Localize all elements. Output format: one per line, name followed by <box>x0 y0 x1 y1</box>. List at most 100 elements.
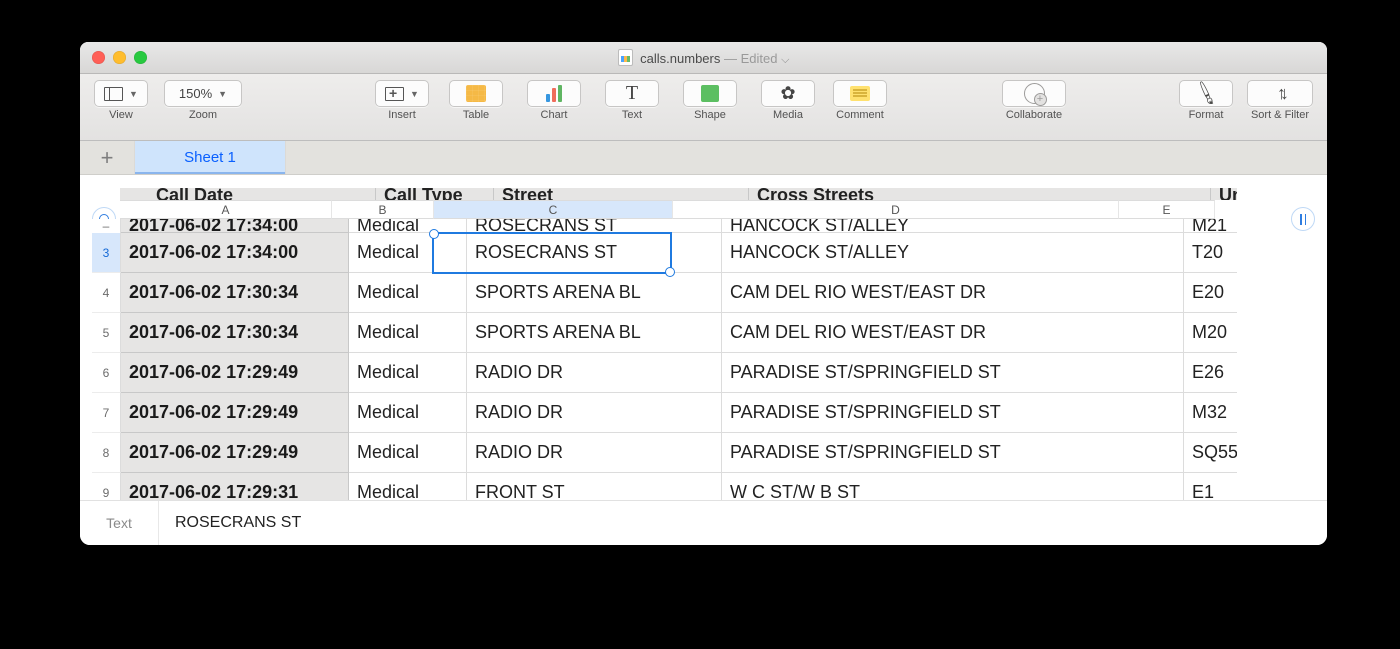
cell[interactable]: Medical <box>349 433 467 473</box>
document-state: Edited <box>741 51 778 66</box>
insert-icon <box>385 87 404 101</box>
row-number[interactable]: 7 <box>92 393 121 433</box>
collaborate-label: Collaborate <box>1006 110 1062 121</box>
cell[interactable]: 2017-06-02 17:29:49 <box>121 353 349 393</box>
row-number[interactable]: 8 <box>92 433 121 473</box>
cell[interactable]: 2017-06-02 17:34:00 <box>121 219 349 233</box>
media-button[interactable]: ✿ <box>761 80 815 107</box>
cell[interactable]: 2017-06-02 17:30:34 <box>121 273 349 313</box>
cell[interactable]: PARADISE ST/SPRINGFIELD ST <box>722 393 1184 433</box>
media-label: Media <box>773 110 803 121</box>
cell[interactable]: M21 <box>1184 219 1237 233</box>
title-dropdown-icon[interactable]: ⌵ <box>781 54 789 66</box>
shape-icon <box>701 85 719 102</box>
cell[interactable]: RADIO DR <box>467 433 722 473</box>
cell[interactable]: Medical <box>349 219 467 233</box>
sheet-tab[interactable]: Sheet 1 <box>135 141 286 174</box>
row-number[interactable]: 4 <box>92 273 121 313</box>
minimize-window-button[interactable] <box>113 51 126 64</box>
cell[interactable]: SPORTS ARENA BL <box>467 273 722 313</box>
cell[interactable]: FRONT ST <box>467 473 722 501</box>
cell[interactable]: E26 <box>1184 353 1237 393</box>
col-header-D[interactable]: D <box>673 200 1119 219</box>
chart-icon <box>546 85 562 102</box>
cell[interactable]: Medical <box>349 273 467 313</box>
cell[interactable]: Medical <box>349 313 467 353</box>
column-letter-header: A B C D E <box>120 200 1237 219</box>
table-button[interactable] <box>449 80 503 107</box>
row-number[interactable]: 6 <box>92 353 121 393</box>
view-label: View <box>109 110 133 121</box>
document-icon <box>618 49 633 66</box>
cell[interactable]: Medical <box>349 473 467 501</box>
cell[interactable]: W C ST/W B ST <box>722 473 1184 501</box>
cell[interactable]: E1 <box>1184 473 1237 501</box>
cell[interactable]: 2017-06-02 17:34:00 <box>121 233 349 273</box>
sort-filter-button[interactable]: ↑↓ <box>1247 80 1313 107</box>
cell[interactable]: CAM DEL RIO WEST/EAST DR <box>722 313 1184 353</box>
chevron-down-icon: ▼ <box>410 89 419 99</box>
comment-button[interactable] <box>833 80 887 107</box>
insert-button[interactable]: ▼ <box>375 80 429 107</box>
window-controls <box>80 51 147 64</box>
cell[interactable]: ROSECRANS ST <box>467 219 722 233</box>
cell[interactable]: Medical <box>349 393 467 433</box>
col-header-E[interactable]: E <box>1119 200 1215 219</box>
cell[interactable]: RADIO DR <box>467 353 722 393</box>
row-number[interactable]: 9 <box>92 473 121 501</box>
cell[interactable]: 2017-06-02 17:30:34 <box>121 313 349 353</box>
cell[interactable]: 2017-06-02 17:29:49 <box>121 393 349 433</box>
text-icon: T <box>626 85 638 102</box>
shape-label: Shape <box>694 110 726 121</box>
cell[interactable]: T20 <box>1184 233 1237 273</box>
text-button[interactable]: T <box>605 80 659 107</box>
cell[interactable]: HANCOCK ST/ALLEY <box>722 219 1184 233</box>
chart-label: Chart <box>541 110 568 121</box>
col-header-A[interactable]: A <box>120 200 332 219</box>
cell[interactable]: SQ55 <box>1184 433 1237 473</box>
zoom-dropdown[interactable]: 150% ▼ <box>164 80 242 107</box>
close-window-button[interactable] <box>92 51 105 64</box>
spreadsheet-grid[interactable]: – 2017-06-02 17:34:00 Medical ROSECRANS … <box>92 219 1237 501</box>
cell[interactable]: Medical <box>349 233 467 273</box>
cell[interactable]: RADIO DR <box>467 393 722 433</box>
toolbar: ▼ View 150% ▼ Zoom ▼ Insert Table <box>80 74 1327 141</box>
format-button[interactable]: 🖌 <box>1179 80 1233 107</box>
cell[interactable]: ROSECRANS ST <box>467 233 722 273</box>
formula-value[interactable]: ROSECRANS ST <box>159 514 301 532</box>
view-button[interactable]: ▼ <box>94 80 148 107</box>
zoom-label: Zoom <box>189 110 217 121</box>
chevron-down-icon: ▼ <box>218 89 227 99</box>
chevron-down-icon: ▼ <box>129 89 138 99</box>
row-number[interactable]: 3 <box>92 233 121 273</box>
col-header-B[interactable]: B <box>332 200 434 219</box>
cell[interactable]: PARADISE ST/SPRINGFIELD ST <box>722 433 1184 473</box>
cell[interactable]: HANCOCK ST/ALLEY <box>722 233 1184 273</box>
cell[interactable]: Medical <box>349 353 467 393</box>
insert-label: Insert <box>388 110 416 121</box>
shape-button[interactable] <box>683 80 737 107</box>
chart-button[interactable] <box>527 80 581 107</box>
cell[interactable]: M32 <box>1184 393 1237 433</box>
window-title: calls.numbers — Edited ⌵ <box>80 49 1327 67</box>
cell[interactable]: PARADISE ST/SPRINGFIELD ST <box>722 353 1184 393</box>
row-number[interactable]: 5 <box>92 313 121 353</box>
cell[interactable]: 2017-06-02 17:29:31 <box>121 473 349 501</box>
table-icon <box>466 85 486 102</box>
origin-row-handle[interactable] <box>1291 207 1315 231</box>
cell[interactable]: M20 <box>1184 313 1237 353</box>
cell[interactable]: CAM DEL RIO WEST/EAST DR <box>722 273 1184 313</box>
cell[interactable]: E20 <box>1184 273 1237 313</box>
cell[interactable]: SPORTS ARENA BL <box>467 313 722 353</box>
col-header-C[interactable]: C <box>434 200 673 219</box>
titlebar: calls.numbers — Edited ⌵ <box>80 42 1327 74</box>
formula-type[interactable]: Text <box>80 501 159 545</box>
row-number[interactable]: – <box>92 219 121 234</box>
add-sheet-button[interactable]: + <box>80 141 135 174</box>
sort-filter-label: Sort & Filter <box>1251 110 1309 121</box>
collaborate-icon <box>1024 83 1045 104</box>
zoom-window-button[interactable] <box>134 51 147 64</box>
cell[interactable]: 2017-06-02 17:29:49 <box>121 433 349 473</box>
collaborate-button[interactable] <box>1002 80 1066 107</box>
sort-filter-icon: ↑↓ <box>1277 83 1283 104</box>
